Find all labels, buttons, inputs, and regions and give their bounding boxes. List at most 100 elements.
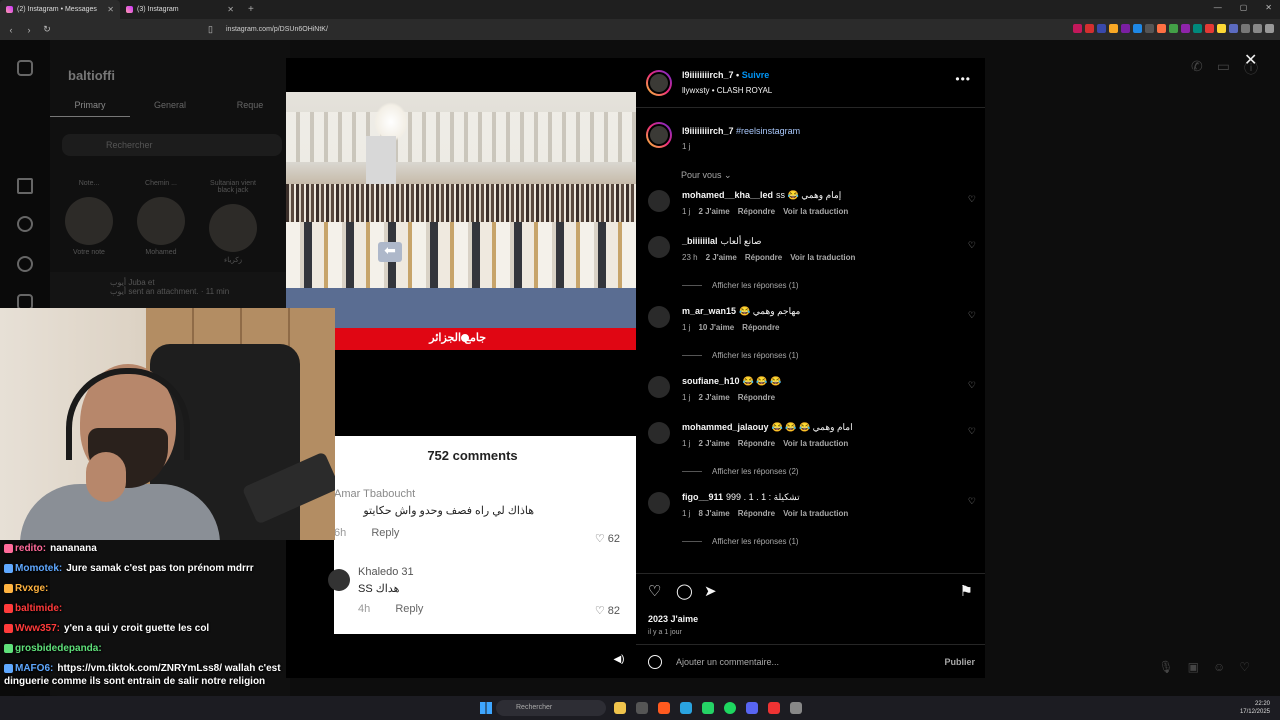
comment-likes[interactable]: 2 J'aime — [698, 207, 729, 216]
extension-icon[interactable] — [1109, 24, 1118, 33]
caption-author[interactable]: l9iiiiiiiirch_7 — [682, 126, 734, 136]
bookmark-icon[interactable]: ▯ — [208, 24, 213, 35]
comment-author[interactable]: _biiiiiilal — [682, 236, 718, 246]
home-icon[interactable] — [17, 178, 33, 194]
avatar[interactable] — [648, 376, 670, 398]
extension-icon[interactable] — [1193, 24, 1202, 33]
post-audio[interactable]: llywxsty • CLASH ROYAL — [682, 86, 772, 95]
discord-icon[interactable] — [746, 702, 758, 714]
volume-icon[interactable]: ◀) — [612, 654, 626, 668]
comment-likes[interactable]: 2 J'aime — [698, 393, 729, 402]
file-explorer-icon[interactable] — [614, 702, 626, 714]
likes-count[interactable]: 2023 J'aime — [648, 614, 698, 624]
heart-icon[interactable]: ♡ — [1239, 660, 1250, 674]
avatar[interactable] — [648, 236, 670, 258]
close-tab-icon[interactable]: ✕ — [227, 5, 234, 14]
tab-requests[interactable]: Reque — [210, 100, 290, 117]
reply-button[interactable]: Répondre — [738, 439, 775, 448]
bookmark-icon[interactable]: ⚑ — [960, 582, 973, 600]
caption-hashtag[interactable]: #reelsinstagram — [736, 126, 800, 136]
translate-button[interactable]: Voir la traduction — [783, 207, 848, 216]
extension-icon[interactable] — [1157, 24, 1166, 33]
translate-button[interactable]: Voir la traduction — [783, 439, 848, 448]
taskbar-search[interactable]: Rechercher — [496, 700, 606, 716]
microphone-icon[interactable]: 🎙 — [1158, 660, 1173, 674]
view-replies-button[interactable]: Afficher les réponses (1) — [682, 351, 799, 360]
close-tab-icon[interactable]: ✕ — [107, 5, 114, 14]
comment-like-heart-icon[interactable]: ♡ — [968, 380, 976, 391]
tab-primary[interactable]: Primary — [50, 100, 130, 117]
extension-icon[interactable] — [1217, 24, 1226, 33]
comment-like-heart-icon[interactable]: ♡ — [968, 310, 976, 321]
extension-icon[interactable] — [1121, 24, 1130, 33]
extension-icon[interactable] — [1241, 24, 1250, 33]
comment-sort-dropdown[interactable]: Pour vous ⌄ — [681, 170, 732, 181]
add-comment-input[interactable]: Ajouter un commentaire... — [676, 657, 779, 667]
reply-button[interactable]: Répondre — [738, 207, 775, 216]
note-item[interactable]: Chemin ... Mohamed — [134, 180, 188, 264]
note-item[interactable]: Sultanian vient black jack زكرياء — [206, 180, 260, 264]
forward-icon[interactable]: › — [22, 25, 36, 35]
comment-likes[interactable]: 2 J'aime — [706, 253, 737, 262]
view-replies-button[interactable]: Afficher les réponses (2) — [682, 467, 799, 476]
avatar[interactable] — [648, 306, 670, 328]
extension-icon[interactable] — [1073, 24, 1082, 33]
reply-button[interactable]: Répondre — [738, 393, 775, 402]
extension-icon[interactable] — [1181, 24, 1190, 33]
browser-tab-instagram[interactable]: (3) Instagram ✕ — [120, 0, 240, 19]
comment-author[interactable]: mohammed_jalaouy — [682, 422, 769, 432]
tab-general[interactable]: General — [130, 100, 210, 117]
video-call-icon[interactable]: ▭ — [1217, 58, 1230, 78]
share-icon[interactable]: ➤ — [704, 582, 717, 600]
comment-author[interactable]: figo__911 — [682, 492, 723, 502]
comment-author[interactable]: m_ar_wan15 — [682, 306, 736, 316]
new-tab-button[interactable]: + — [240, 4, 262, 15]
view-replies-button[interactable]: Afficher les réponses (1) — [682, 537, 799, 546]
app-icon[interactable] — [636, 702, 648, 714]
explore-icon[interactable] — [17, 256, 33, 272]
comment-likes[interactable]: 8 J'aime — [698, 509, 729, 518]
comment-icon[interactable]: ◯ — [676, 582, 693, 600]
avatar[interactable] — [648, 492, 670, 514]
brave-icon[interactable] — [658, 702, 670, 714]
extension-icon[interactable] — [1205, 24, 1214, 33]
minimize-icon[interactable]: — — [1214, 3, 1222, 12]
comment-likes[interactable]: 10 J'aime — [698, 323, 734, 332]
close-window-icon[interactable]: ✕ — [1265, 3, 1272, 12]
author-avatar[interactable] — [646, 122, 672, 148]
avatar[interactable] — [648, 190, 670, 212]
extension-icon[interactable] — [1265, 24, 1274, 33]
comment-author[interactable]: mohamed__kha__led — [682, 190, 773, 200]
reply-button[interactable]: Répondre — [745, 253, 782, 262]
extension-icon[interactable] — [1097, 24, 1106, 33]
whatsapp-icon[interactable] — [702, 702, 714, 714]
emoji-icon[interactable] — [648, 655, 662, 669]
follow-button[interactable]: Suivre — [742, 70, 770, 80]
phone-icon[interactable]: ✆ — [1191, 58, 1203, 78]
comment-like-heart-icon[interactable]: ♡ — [968, 426, 976, 437]
sticker-icon[interactable]: ☺ — [1213, 660, 1225, 674]
more-options-icon[interactable]: ••• — [955, 72, 971, 86]
post-author[interactable]: l9iiiiiiiirch_7 — [682, 70, 734, 80]
extension-icon[interactable] — [1169, 24, 1178, 33]
comment-like-heart-icon[interactable]: ♡ — [968, 194, 976, 205]
avatar[interactable] — [648, 422, 670, 444]
extension-icon[interactable] — [1133, 24, 1142, 33]
post-video[interactable]: ⬅ جامع الجزائر 752 comments Amar Tbabouc… — [286, 58, 636, 678]
translate-button[interactable]: Voir la traduction — [790, 253, 855, 262]
browser-tab-messages[interactable]: (2) Instagram • Messages ✕ — [0, 0, 120, 19]
view-replies-button[interactable]: Afficher les réponses (1) — [682, 281, 799, 290]
system-clock[interactable]: 22:20 17/12/2025 — [1240, 700, 1270, 716]
dm-search-input[interactable]: Rechercher — [62, 134, 282, 156]
extension-icon[interactable] — [1253, 24, 1262, 33]
dm-username[interactable]: baltioffi — [68, 68, 115, 83]
telegram-icon[interactable] — [680, 702, 692, 714]
note-item[interactable]: Note... Votre note — [62, 180, 116, 264]
comment-author[interactable]: soufiane_h10 — [682, 376, 740, 386]
spotify-icon[interactable] — [724, 702, 736, 714]
search-icon[interactable] — [17, 216, 33, 232]
url-field[interactable]: instagram.com/p/DSUn6OHiNtK/ — [226, 26, 328, 33]
extension-icon[interactable] — [1085, 24, 1094, 33]
comment-like-heart-icon[interactable]: ♡ — [968, 240, 976, 251]
conversation-item[interactable]: أيوب Juba et أيوب sent an attachment. · … — [50, 272, 290, 308]
